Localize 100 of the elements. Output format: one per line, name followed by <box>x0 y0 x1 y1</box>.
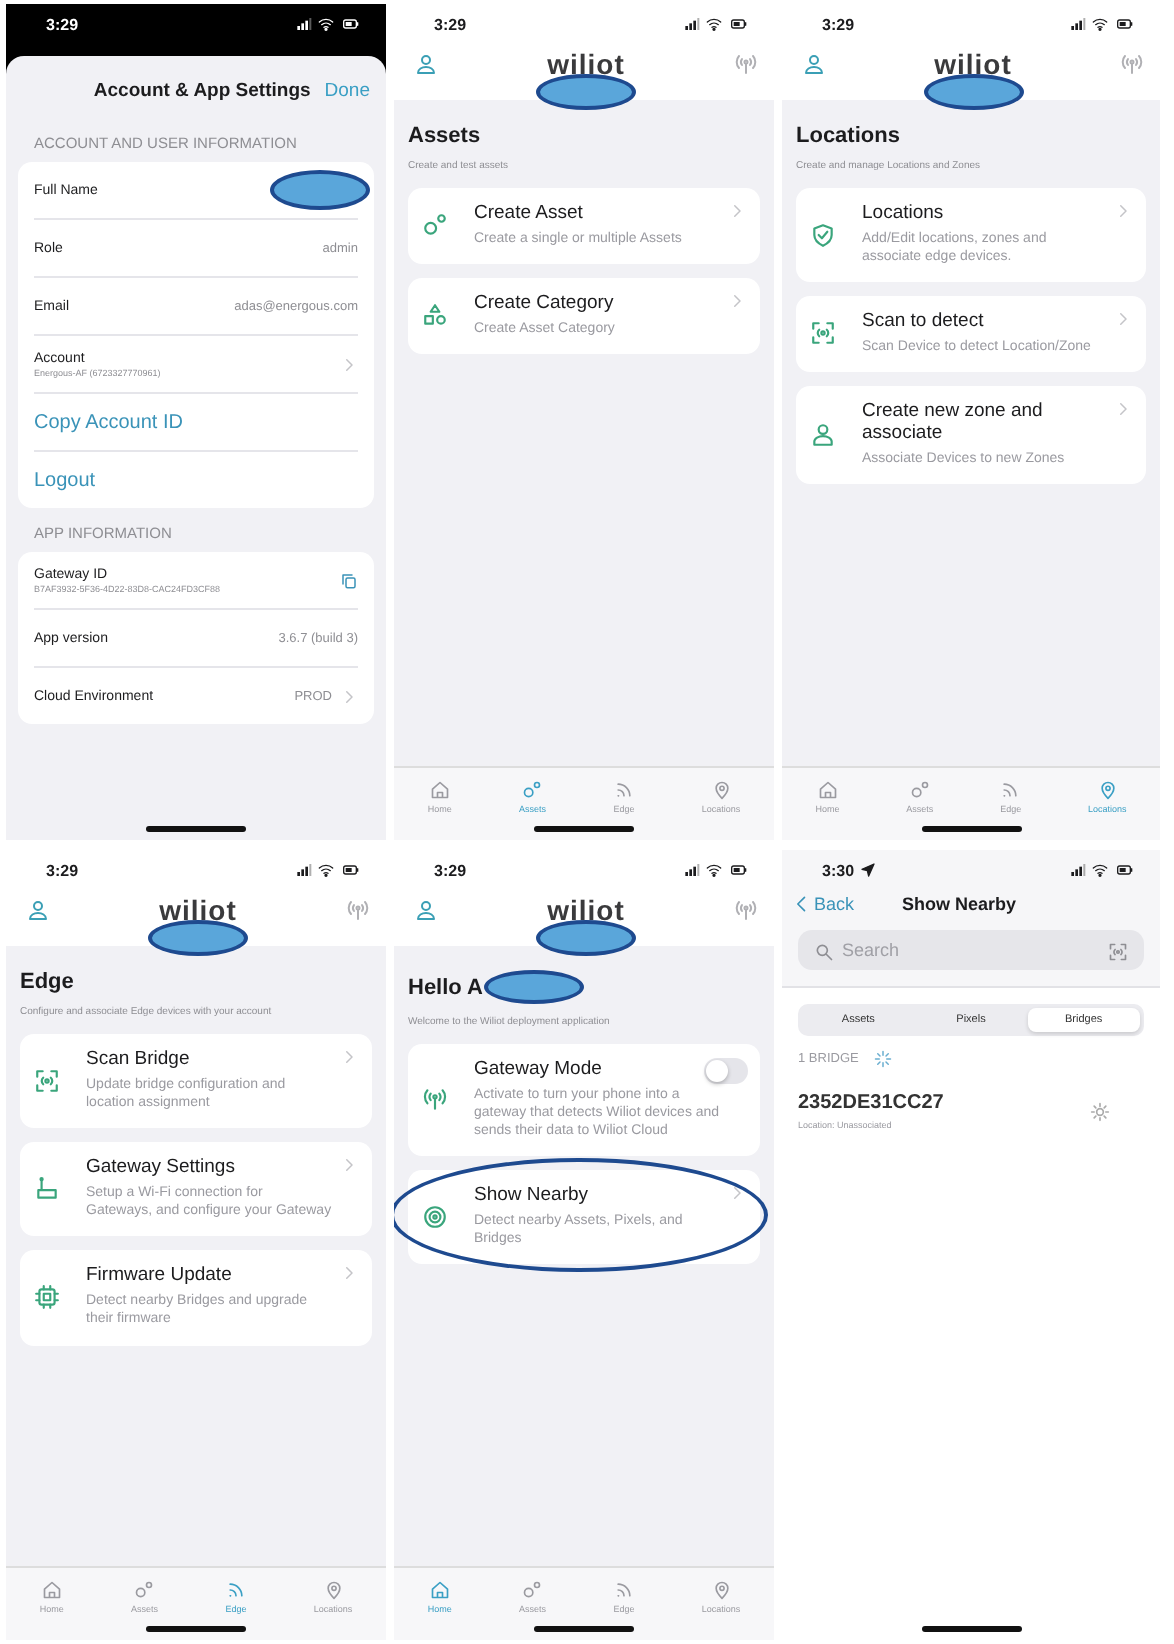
chip-icon <box>34 1283 60 1310</box>
antenna-icon[interactable] <box>734 898 758 922</box>
home-indicator <box>534 826 634 832</box>
circles-icon <box>909 780 930 800</box>
home-indicator <box>146 1626 246 1632</box>
chevron-icon <box>728 1184 746 1203</box>
app-logo: wiliot <box>159 894 237 926</box>
app-logo: wiliot <box>934 48 1012 80</box>
status-time: 3:29 <box>46 861 79 879</box>
signal-icon <box>684 16 700 32</box>
antenna-icon[interactable] <box>346 898 370 922</box>
signal-waves-icon <box>613 1580 634 1600</box>
scan-frame-icon <box>34 1067 60 1094</box>
home-indicator <box>921 1626 1021 1632</box>
settings-link[interactable]: Logout <box>34 457 96 503</box>
map-pin-icon <box>711 780 732 800</box>
signal-icon <box>1070 862 1086 878</box>
toggle-switch[interactable] <box>704 1058 748 1084</box>
status-time: 3:29 <box>434 15 467 33</box>
wifi-icon <box>1092 862 1108 878</box>
person-icon[interactable] <box>26 898 50 922</box>
chevron-icon <box>340 1156 358 1175</box>
chevron-icon <box>1114 400 1132 419</box>
page-title: Edge <box>20 970 74 994</box>
person-icon[interactable] <box>802 52 826 76</box>
sheet-title: Account & App Settings <box>93 80 311 102</box>
circles-icon <box>522 780 543 800</box>
battery-icon <box>728 862 750 878</box>
signal-icon <box>1070 16 1086 32</box>
shield-check-icon <box>810 221 836 248</box>
battery-icon <box>340 16 362 32</box>
antenna-icon <box>422 1086 448 1113</box>
person-icon[interactable] <box>414 898 438 922</box>
app-logo: wiliot <box>547 48 625 80</box>
home-indicator <box>534 1626 634 1632</box>
signal-icon <box>684 862 700 878</box>
map-pin-icon <box>1097 780 1118 800</box>
signal-waves-icon <box>225 1580 246 1600</box>
antenna-icon[interactable] <box>734 52 758 76</box>
back-link[interactable]: Back <box>792 894 855 914</box>
chevron-icon <box>340 1048 358 1066</box>
card-title: Gateway Mode <box>474 1058 604 1080</box>
battery-icon <box>340 862 362 878</box>
wifi-icon <box>706 862 722 878</box>
bridge-id: 2352DE31CC27 <box>798 1092 944 1114</box>
card-title: Locations <box>862 202 946 224</box>
home-icon <box>817 780 838 800</box>
spinner-icon <box>874 1050 893 1068</box>
status-time: 3:29 <box>46 15 79 33</box>
card-title: Create Category <box>474 292 616 315</box>
signal-icon <box>296 862 312 878</box>
chevron-icon <box>728 292 746 311</box>
wifi-icon <box>706 16 722 32</box>
signal-waves-icon <box>613 780 634 800</box>
home-icon <box>429 1580 450 1600</box>
scan-frame-icon <box>1108 942 1128 962</box>
shapes-icon <box>422 302 448 329</box>
page-title: Hello A <box>408 975 483 999</box>
map-pin-icon <box>323 1580 344 1600</box>
card-title: Create Asset <box>474 202 585 224</box>
chevron-icon <box>728 202 746 220</box>
settings-link[interactable]: Copy Account ID <box>34 399 183 445</box>
signal-waves-icon <box>1000 780 1021 800</box>
card-title: Create new zone and associate <box>862 400 1045 445</box>
sun-icon <box>1090 1101 1110 1121</box>
status-time: 3:29 <box>822 15 855 33</box>
signal-icon <box>296 16 312 32</box>
card-title: Scan Bridge <box>86 1048 192 1070</box>
battery-icon <box>1114 862 1136 878</box>
circles-icon <box>522 1580 543 1600</box>
wifi-icon <box>318 16 334 32</box>
page-title: Assets <box>408 124 481 148</box>
map-pin-icon <box>711 1580 732 1600</box>
card-title: Gateway Settings <box>86 1156 237 1179</box>
battery-icon <box>1114 16 1136 32</box>
screen-title: Show Nearby <box>902 894 1017 914</box>
search-icon <box>814 942 834 962</box>
antenna-icon[interactable] <box>1120 52 1144 76</box>
chevron-icon <box>340 1264 358 1283</box>
search-field[interactable]: Search <box>798 930 1144 970</box>
wifi-icon <box>1092 16 1108 32</box>
home-icon <box>41 1580 62 1600</box>
chevron-icon <box>1114 202 1132 220</box>
scan-frame-icon <box>810 320 836 347</box>
done-button[interactable]: Done <box>324 80 370 102</box>
target-icon <box>422 1203 448 1230</box>
router-icon <box>34 1175 60 1202</box>
wifi-icon <box>318 862 334 878</box>
battery-icon <box>728 16 750 32</box>
chevron-icon <box>1114 310 1132 329</box>
copy-icon[interactable] <box>340 571 358 589</box>
app-logo: wiliot <box>547 894 625 926</box>
card-title: Show Nearby <box>474 1184 591 1207</box>
card-title: Scan to detect <box>862 310 986 333</box>
home-icon <box>429 780 450 800</box>
card-title: Firmware Update <box>86 1264 234 1287</box>
person-icon <box>810 421 836 448</box>
person-icon[interactable] <box>414 52 438 76</box>
circles-icon <box>422 212 448 239</box>
home-indicator <box>146 826 246 832</box>
